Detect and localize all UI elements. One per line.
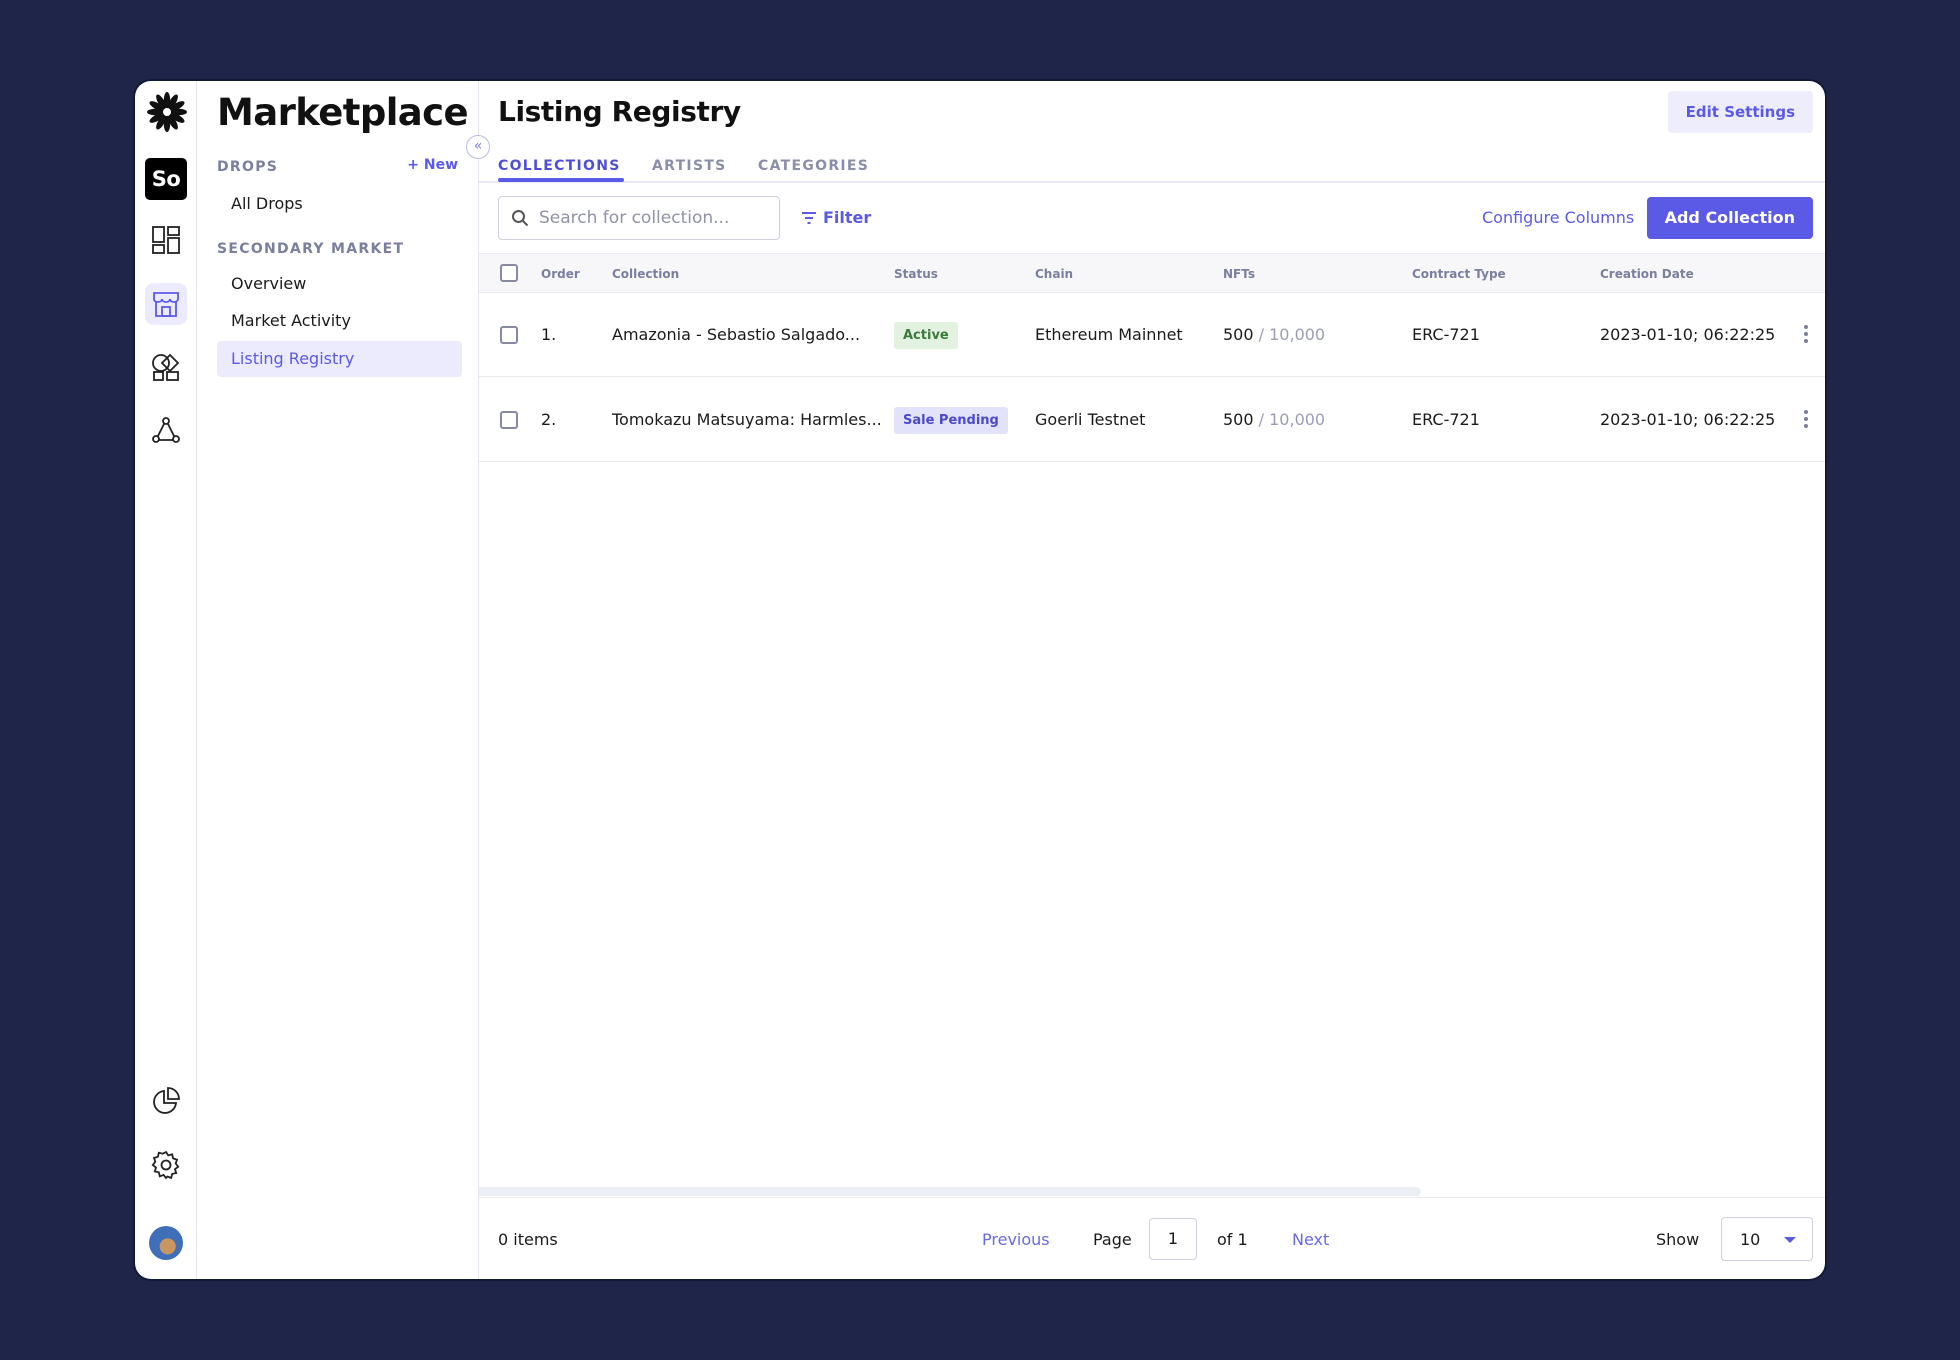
row-contract-type: ERC-721 [1412, 410, 1480, 429]
column-header-order[interactable]: Order [541, 267, 580, 281]
search-icon [512, 210, 529, 227]
chevron-down-icon [1784, 1237, 1796, 1243]
row-collection[interactable]: Tomokazu Matsuyama: Harmles... [612, 410, 882, 429]
search-input[interactable]: Search for collection... [498, 196, 780, 240]
filter-label: Filter [823, 208, 872, 227]
row-checkbox[interactable] [500, 326, 518, 344]
row-creation-date: 2023-01-10; 06:22:25 [1600, 325, 1776, 344]
app-window: So Marketplace DROPS + New All Drops SEC… [135, 81, 1825, 1279]
secondary-nav: Marketplace DROPS + New All Drops SECOND… [197, 81, 479, 1279]
nfts-count: 500 [1223, 410, 1254, 429]
column-header-collection[interactable]: Collection [612, 267, 679, 281]
row-chain: Ethereum Mainnet [1035, 325, 1183, 344]
table-row[interactable]: 1. Amazonia - Sebastio Salgado... Active… [479, 293, 1825, 377]
column-header-chain[interactable]: Chain [1035, 267, 1073, 281]
configure-columns-button[interactable]: Configure Columns [1482, 208, 1634, 227]
dashboard-icon[interactable] [145, 219, 187, 261]
filter-icon [802, 211, 816, 224]
user-avatar[interactable] [149, 1226, 183, 1260]
shapes-icon[interactable] [145, 346, 187, 388]
gear-icon[interactable] [145, 1144, 187, 1186]
row-collection[interactable]: Amazonia - Sebastio Salgado... [612, 325, 860, 344]
filter-button[interactable]: Filter [801, 208, 871, 227]
drops-label: DROPS [217, 159, 279, 175]
column-header-creation-date[interactable]: Creation Date [1600, 267, 1694, 281]
table-header: Order Collection Status Chain NFTs Contr… [479, 253, 1825, 293]
column-header-status[interactable]: Status [894, 267, 938, 281]
edit-settings-button[interactable]: Edit Settings [1667, 91, 1813, 133]
tab-bar: COLLECTIONS ARTISTS CATEGORIES [479, 153, 1825, 183]
nfts-total: / 10,000 [1258, 325, 1326, 344]
main-content: Listing Registry Edit Settings COLLECTIO… [479, 81, 1825, 1279]
active-tab-indicator [498, 178, 624, 182]
row-menu-icon[interactable] [1804, 410, 1808, 428]
column-header-contract-type[interactable]: Contract Type [1412, 267, 1506, 281]
row-order: 1. [541, 325, 557, 344]
row-checkbox[interactable] [500, 411, 518, 429]
select-all-checkbox[interactable] [500, 264, 518, 282]
flower-logo-icon[interactable] [144, 85, 190, 139]
secondary-market-label: SECONDARY MARKET [217, 241, 405, 257]
row-nfts: 500 / 10,000 [1223, 410, 1325, 429]
nfts-total: / 10,000 [1258, 410, 1326, 429]
table-row[interactable]: 2. Tomokazu Matsuyama: Harmles... Sale P… [479, 378, 1825, 462]
pagination-footer: 0 items Previous Page 1 of 1 Next Show 1… [479, 1197, 1825, 1279]
pie-chart-icon[interactable] [145, 1080, 187, 1122]
next-page-button[interactable]: Next [1292, 1230, 1329, 1249]
icon-rail: So [135, 81, 197, 1279]
add-collection-button[interactable]: Add Collection [1646, 197, 1813, 239]
items-count: 0 items [498, 1230, 558, 1249]
page-number-input[interactable]: 1 [1149, 1218, 1197, 1260]
search-placeholder: Search for collection... [539, 208, 730, 228]
collapse-sidebar-icon[interactable]: « [466, 135, 490, 159]
nav-item-all-drops[interactable]: All Drops [217, 186, 462, 222]
nav-item-market-activity[interactable]: Market Activity [217, 303, 462, 339]
horizontal-scrollbar[interactable] [479, 1187, 1421, 1196]
storefront-icon[interactable] [145, 283, 187, 325]
nfts-count: 500 [1223, 325, 1254, 344]
network-icon[interactable] [145, 410, 187, 452]
tab-categories[interactable]: CATEGORIES [758, 158, 869, 174]
page-title: Listing Registry [498, 95, 741, 128]
row-menu-icon[interactable] [1804, 325, 1808, 343]
nav-item-overview[interactable]: Overview [217, 266, 462, 302]
org-badge[interactable]: So [145, 158, 187, 200]
previous-page-button[interactable]: Previous [982, 1230, 1050, 1249]
new-drop-button[interactable]: + New [407, 157, 458, 173]
tab-artists[interactable]: ARTISTS [652, 158, 727, 174]
nav-item-listing-registry[interactable]: Listing Registry [217, 341, 462, 377]
row-order: 2. [541, 410, 557, 429]
page-size-value: 10 [1740, 1230, 1761, 1249]
page-size-select[interactable]: 10 [1721, 1217, 1813, 1261]
column-header-nfts[interactable]: NFTs [1223, 267, 1255, 281]
status-badge: Active [894, 322, 958, 349]
show-label: Show [1656, 1230, 1700, 1249]
status-badge: Sale Pending [894, 407, 1008, 434]
row-creation-date: 2023-01-10; 06:22:25 [1600, 410, 1776, 429]
page-total: of 1 [1217, 1230, 1248, 1249]
section-title: Marketplace [217, 91, 469, 134]
row-chain: Goerli Testnet [1035, 410, 1146, 429]
row-nfts: 500 / 10,000 [1223, 325, 1325, 344]
row-contract-type: ERC-721 [1412, 325, 1480, 344]
page-label: Page [1093, 1230, 1132, 1249]
tab-collections[interactable]: COLLECTIONS [498, 158, 621, 174]
